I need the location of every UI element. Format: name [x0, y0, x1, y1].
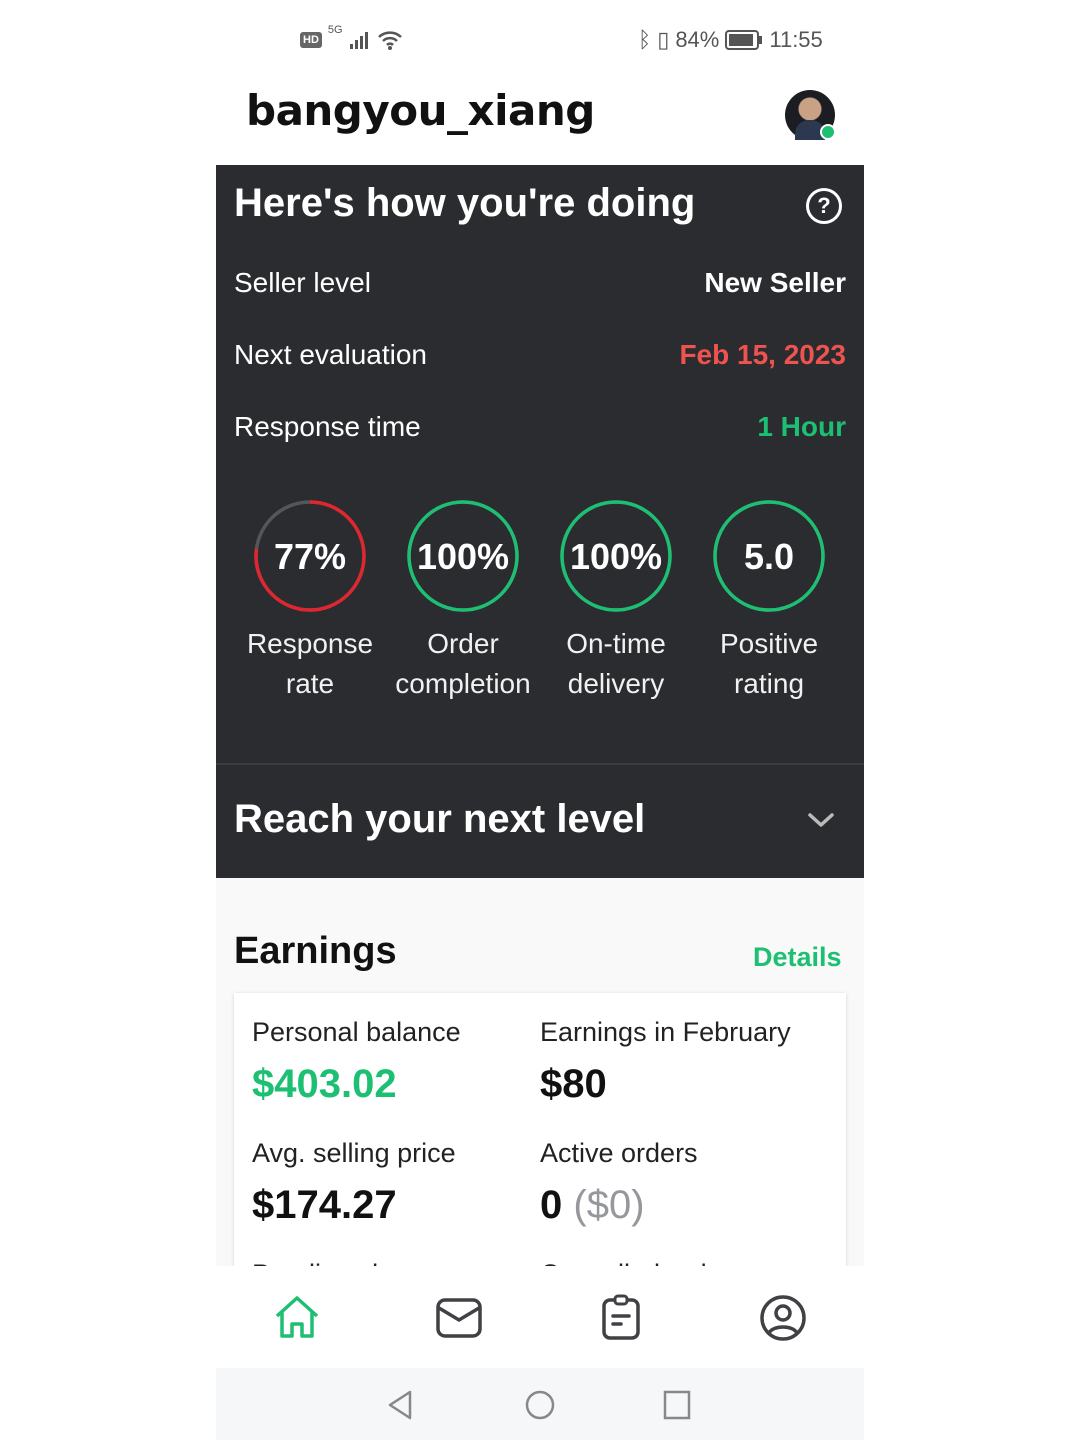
cell-value: 0	[540, 1183, 563, 1227]
cell-value: $80	[540, 1062, 607, 1106]
orders-icon[interactable]	[597, 1294, 645, 1342]
profile-icon[interactable]	[759, 1294, 807, 1342]
help-icon[interactable]: ?	[806, 188, 842, 224]
metric-ring: 77%	[254, 500, 366, 612]
divider	[216, 763, 864, 765]
seller-level-row: Seller level New Seller	[234, 267, 846, 299]
metric-label-line: delivery	[567, 668, 665, 699]
metric-value: 5.0	[744, 536, 794, 577]
inbox-icon[interactable]	[435, 1294, 483, 1342]
row-label: Seller level	[234, 267, 371, 298]
status-right: ᛒ ▯ 84% 11:55	[638, 24, 823, 56]
home-system-icon[interactable]	[523, 1388, 557, 1422]
metric-value: 77%	[274, 536, 346, 577]
performance-title: Here's how you're doing	[234, 181, 696, 225]
metric-label: Order completion	[388, 624, 538, 704]
response-time-row: Response time 1 Hour	[234, 411, 846, 443]
metric-label: On-time delivery	[541, 624, 691, 704]
next-evaluation-row: Next evaluation Feb 15, 2023	[234, 339, 846, 371]
clock: 11:55	[769, 27, 823, 52]
metric-1: 100% Order completion	[388, 498, 538, 704]
bottom-nav	[216, 1266, 864, 1368]
metric-label-line: rating	[733, 668, 805, 699]
chevron-down-icon[interactable]	[806, 805, 836, 835]
metric-label-line: completion	[395, 668, 531, 699]
home-icon[interactable]	[273, 1294, 321, 1342]
metric-ring: 100%	[560, 500, 672, 612]
earnings-section: Earnings Details Personal balance $403.02…	[216, 878, 864, 1313]
personal-balance: Personal balance $403.02	[252, 1017, 461, 1107]
system-nav-bar	[216, 1368, 864, 1440]
metric-2: 100% On-time delivery	[541, 498, 691, 704]
metric-value: 100%	[570, 536, 662, 577]
metric-label-line: On-time	[566, 628, 666, 659]
earnings-title: Earnings	[234, 930, 397, 972]
reach-next-level-heading[interactable]: Reach your next level	[234, 797, 645, 842]
metric-3: 5.0 Positive rating	[694, 498, 844, 704]
bluetooth-icon: ᛒ	[638, 27, 652, 52]
wifi-icon	[377, 31, 402, 50]
cell-value: $403.02	[252, 1062, 397, 1106]
vibrate-icon: ▯	[657, 27, 670, 52]
active-orders: Active orders 0 ($0)	[540, 1138, 698, 1228]
metric-value: 100%	[417, 536, 509, 577]
username-title: bangyou_xiang	[246, 86, 595, 135]
battery-icon	[725, 30, 763, 50]
row-label: Next evaluation	[234, 339, 428, 370]
earnings-card: Personal balance $403.02 Earnings in Febr…	[234, 993, 846, 1313]
performance-card: Here's how you're doing ? Seller level Ne…	[216, 165, 864, 878]
cell-label: Active orders	[540, 1138, 698, 1168]
signal-bars-icon	[349, 32, 368, 49]
metric-label-line: Order	[427, 628, 499, 659]
metric-0: 77% Response rate	[235, 498, 385, 704]
cell-label: Personal balance	[252, 1017, 461, 1047]
online-status-dot	[820, 124, 836, 140]
metric-label-line: Positive	[719, 628, 819, 659]
status-left: HD 5G	[300, 24, 403, 56]
row-label: Response time	[234, 411, 421, 442]
avg-selling-price: Avg. selling price $174.27	[252, 1138, 456, 1228]
metric-label-line: Response	[246, 628, 374, 659]
cell-value: $174.27	[252, 1183, 397, 1227]
cell-label: Earnings in February	[540, 1017, 791, 1047]
metric-label: Positive rating	[694, 624, 844, 704]
cell-label: Avg. selling price	[252, 1138, 456, 1168]
phone-screen: HD 5G ᛒ ▯ 84% 11:55 bangyou_xiang Here's…	[216, 0, 864, 1440]
metric-label-line: rate	[285, 668, 335, 699]
battery-percent: 84%	[675, 27, 720, 52]
metric-ring: 5.0	[713, 500, 825, 612]
earnings-in-month: Earnings in February $80	[540, 1017, 791, 1107]
back-icon[interactable]	[384, 1388, 418, 1422]
metric-label: Response rate	[235, 624, 385, 704]
recents-icon[interactable]	[660, 1388, 694, 1422]
signal-icon: 5G	[327, 24, 343, 36]
row-value: Feb 15, 2023	[679, 339, 846, 370]
row-value: New Seller	[704, 267, 846, 298]
details-link[interactable]: Details	[753, 942, 842, 973]
metric-ring: 100%	[407, 500, 519, 612]
cell-subvalue: ($0)	[573, 1183, 645, 1227]
row-value: 1 Hour	[757, 411, 846, 442]
hd-icon: HD	[300, 32, 322, 48]
